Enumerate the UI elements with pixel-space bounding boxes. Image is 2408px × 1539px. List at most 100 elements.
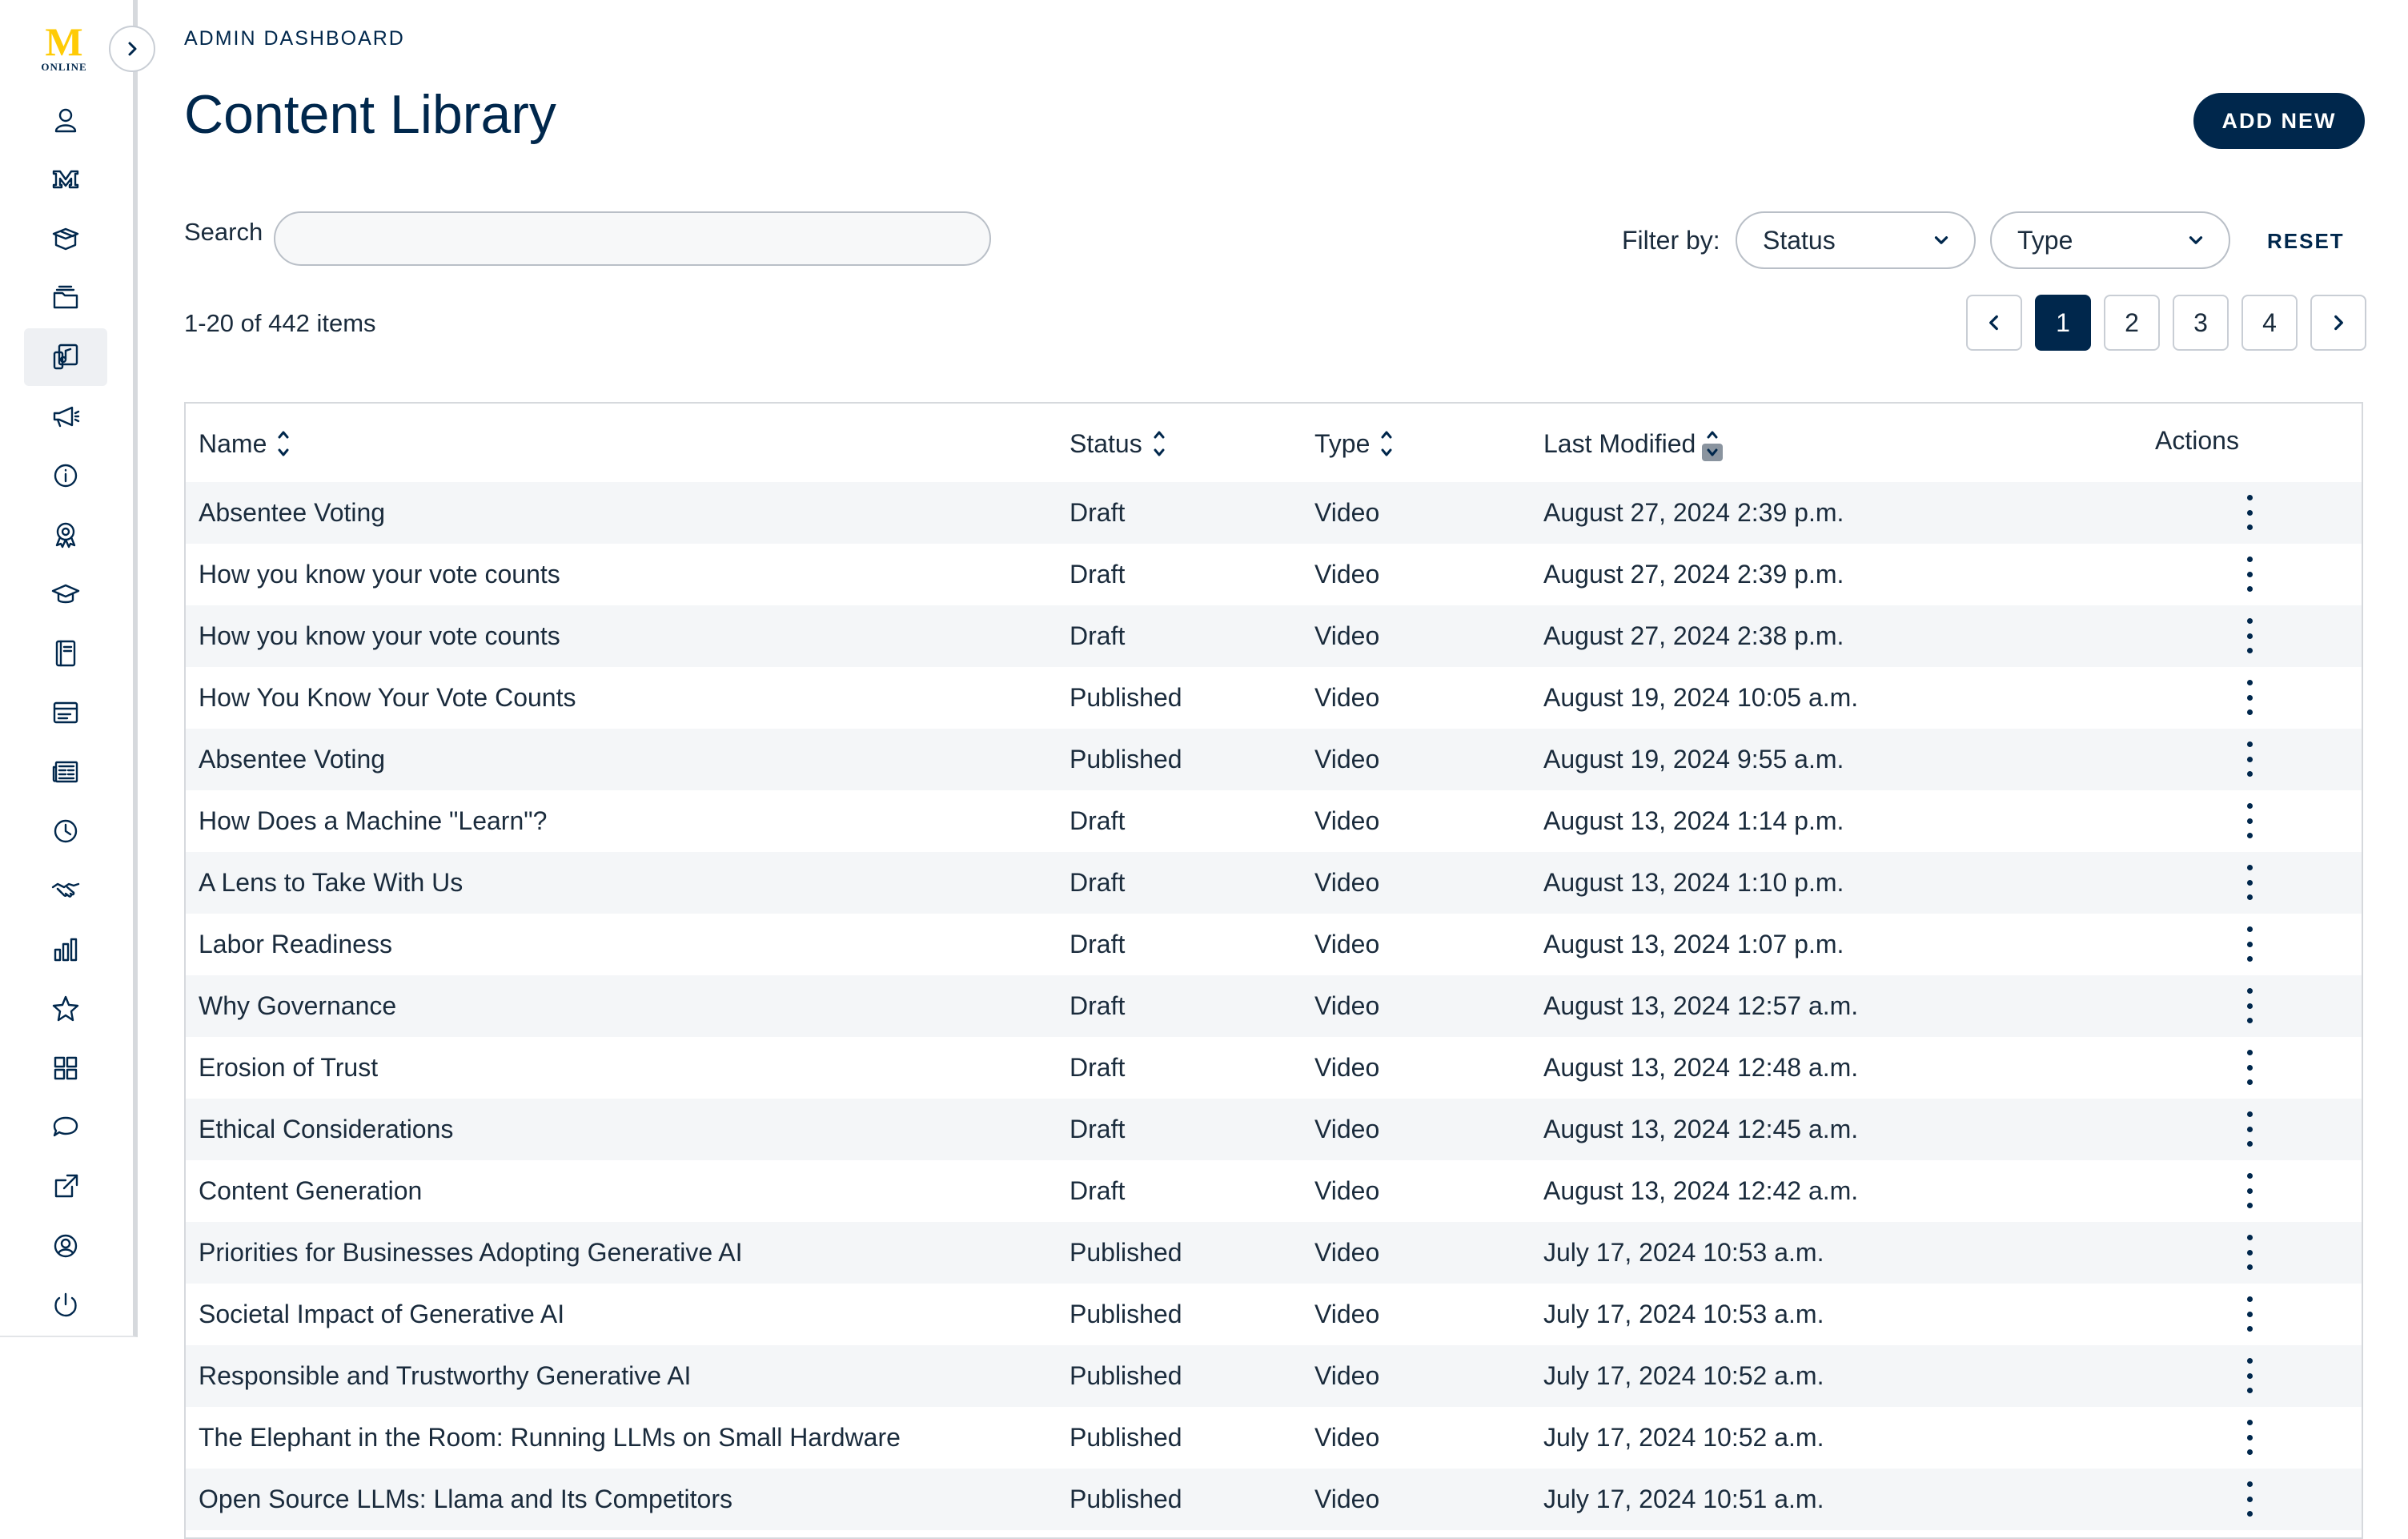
cell-name[interactable]: Societal Impact of Generative AI	[199, 1300, 564, 1329]
table-row[interactable]: How you know your vote counts Draft Video A…	[186, 605, 2362, 667]
sidebar-expand-button[interactable]	[109, 26, 155, 72]
sort-asc-icon[interactable]	[1702, 426, 1723, 444]
sidebar-item-messages[interactable]	[24, 1099, 107, 1156]
sidebar-item-media[interactable]	[24, 328, 107, 386]
table-row[interactable]: Open Source LLMs: Llama and Its Competit…	[186, 1469, 2362, 1530]
more-actions-icon[interactable]	[2240, 1235, 2259, 1270]
sidebar-item-apps[interactable]	[24, 1039, 107, 1097]
more-actions-icon[interactable]	[2240, 865, 2259, 900]
cell-name[interactable]: A Lens to Take With Us	[199, 868, 463, 898]
add-new-button[interactable]: ADD NEW	[2193, 93, 2365, 149]
sidebar-item-folders[interactable]	[24, 269, 107, 327]
cell-name[interactable]: Absentee Voting	[199, 745, 385, 774]
sort-desc-icon[interactable]	[1376, 444, 1397, 461]
sidebar-item-info[interactable]	[24, 447, 107, 504]
table-row[interactable]: Absentee Voting Draft Video August 27, 2024…	[186, 482, 2362, 544]
cell-name[interactable]: Ethical Considerations	[199, 1115, 453, 1144]
table-row[interactable]: Societal Impact of Generative AI Publishe…	[186, 1284, 2362, 1345]
cell-name[interactable]: Absentee Voting	[199, 498, 385, 528]
sort-asc-icon[interactable]	[1149, 426, 1170, 444]
sidebar-item-news[interactable]	[24, 743, 107, 801]
column-header-last-modified[interactable]: Last Modified	[1543, 426, 1724, 461]
table-row[interactable]: How Does a Machine "Learn"? Draft Video Aug…	[186, 790, 2362, 852]
table-row[interactable]: Priorities for Businesses Adopting Gener…	[186, 1222, 2362, 1284]
table-row[interactable]: Content Generation Draft Video August 13, 2…	[186, 1160, 2362, 1222]
reset-filters-button[interactable]: RESET	[2267, 229, 2345, 254]
prev-page-button[interactable]	[1966, 295, 2022, 351]
more-actions-icon[interactable]	[2240, 1173, 2259, 1208]
sort-control[interactable]	[1149, 426, 1170, 461]
status-filter-select[interactable]: Status	[1736, 211, 1976, 269]
sidebar-item-favorites[interactable]	[24, 980, 107, 1038]
sidebar-item-announcements[interactable]	[24, 388, 107, 445]
column-header-name[interactable]: Name	[199, 426, 294, 461]
more-actions-icon[interactable]	[2240, 1358, 2259, 1393]
logo[interactable]: M ONLINE	[35, 22, 93, 74]
sidebar-item-badges[interactable]	[24, 506, 107, 564]
table-row[interactable]: How You Know Your Vote Counts Published Vi…	[186, 667, 2362, 729]
more-actions-icon[interactable]	[2240, 618, 2259, 653]
table-row[interactable]: A Lens to Take With Us Draft Video August 1…	[186, 852, 2362, 914]
table-row[interactable]: Labor Readiness Draft Video August 13, 2024…	[186, 914, 2362, 975]
cell-name[interactable]: Why Governance	[199, 991, 396, 1021]
more-actions-icon[interactable]	[2240, 1481, 2259, 1517]
sort-asc-icon[interactable]	[1376, 426, 1397, 444]
type-filter-select[interactable]: Type	[1990, 211, 2230, 269]
table-row[interactable]: Erosion of Trust Draft Video August 13, 202…	[186, 1037, 2362, 1099]
next-page-button[interactable]	[2310, 295, 2366, 351]
table-row[interactable]: Responsible and Trustworthy Generative A…	[186, 1345, 2362, 1407]
column-header-type[interactable]: Type	[1314, 426, 1397, 461]
table-row[interactable]: Why Governance Draft Video August 13, 2024 …	[186, 975, 2362, 1037]
sidebar-item-external[interactable]	[24, 1158, 107, 1216]
sidebar-item-block-m[interactable]	[24, 151, 107, 208]
cell-name[interactable]: How Does a Machine "Learn"?	[199, 806, 547, 836]
sort-control[interactable]	[273, 426, 294, 461]
table-row[interactable]: Absentee Voting Published Video August 19, …	[186, 729, 2362, 790]
more-actions-icon[interactable]	[2240, 803, 2259, 838]
cell-name[interactable]: Labor Readiness	[199, 930, 392, 959]
page-button-2[interactable]: 2	[2104, 295, 2160, 351]
sidebar-item-cards[interactable]	[24, 684, 107, 741]
table-row[interactable]: Ethical Considerations Draft Video August 1…	[186, 1099, 2362, 1160]
page-button-4[interactable]: 4	[2241, 295, 2298, 351]
sort-active-highlight[interactable]	[1702, 444, 1724, 461]
sidebar-item-courses[interactable]	[24, 565, 107, 623]
more-actions-icon[interactable]	[2240, 1050, 2259, 1085]
sidebar-item-account[interactable]	[24, 1217, 107, 1275]
sidebar-item-users[interactable]	[24, 91, 107, 149]
cell-name[interactable]: How you know your vote counts	[199, 621, 560, 651]
more-actions-icon[interactable]	[2240, 741, 2259, 777]
more-actions-icon[interactable]	[2240, 1111, 2259, 1147]
cell-name[interactable]: Priorities for Businesses Adopting Gener…	[199, 1238, 742, 1268]
sidebar-item-partners[interactable]	[24, 862, 107, 919]
more-actions-icon[interactable]	[2240, 926, 2259, 962]
more-actions-icon[interactable]	[2240, 988, 2259, 1023]
sidebar-item-analytics[interactable]	[24, 921, 107, 978]
cell-name[interactable]: How You Know Your Vote Counts	[199, 683, 576, 713]
page-button-1[interactable]: 1	[2035, 295, 2091, 351]
sort-control[interactable]	[1376, 426, 1397, 461]
sidebar-item-package[interactable]	[24, 210, 107, 267]
sidebar-item-books[interactable]	[24, 625, 107, 682]
cell-name[interactable]: Responsible and Trustworthy Generative A…	[199, 1361, 691, 1391]
cell-name[interactable]: Open Source LLMs: Llama and Its Competit…	[199, 1485, 732, 1514]
sort-desc-icon[interactable]	[1702, 444, 1723, 461]
cell-name[interactable]: Content Generation	[199, 1176, 422, 1206]
table-row[interactable]: How you know your vote counts Draft Video A…	[186, 544, 2362, 605]
more-actions-icon[interactable]	[2240, 1420, 2259, 1455]
column-header-status[interactable]: Status	[1070, 426, 1170, 461]
sort-desc-icon[interactable]	[273, 444, 294, 461]
page-button-3[interactable]: 3	[2173, 295, 2229, 351]
cell-name[interactable]: Erosion of Trust	[199, 1053, 378, 1083]
sort-control[interactable]	[1702, 426, 1724, 461]
more-actions-icon[interactable]	[2240, 495, 2259, 530]
more-actions-icon[interactable]	[2240, 557, 2259, 592]
sidebar-item-history[interactable]	[24, 802, 107, 860]
cell-name[interactable]: The Elephant in the Room: Running LLMs o…	[199, 1423, 901, 1453]
sidebar-item-logout[interactable]	[24, 1276, 107, 1334]
cell-name[interactable]: How you know your vote counts	[199, 560, 560, 589]
search-input[interactable]	[274, 211, 991, 266]
more-actions-icon[interactable]	[2240, 680, 2259, 715]
sort-desc-icon[interactable]	[1149, 444, 1170, 461]
sort-asc-icon[interactable]	[273, 426, 294, 444]
